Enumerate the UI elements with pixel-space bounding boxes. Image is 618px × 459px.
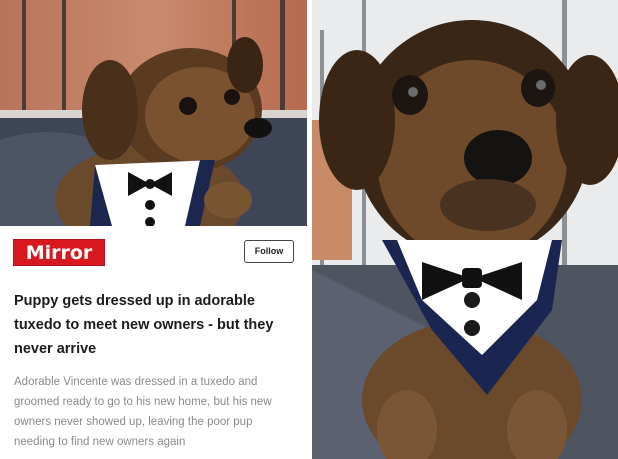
puppy-photo-left [0,0,307,226]
follow-button[interactable]: Follow [244,240,294,263]
publisher-logo[interactable]: Mirror [13,239,105,266]
article-summary: Adorable Vincente was dressed in a tuxed… [14,376,272,448]
article-headline[interactable]: Puppy gets dressed up in adorable tuxedo… [14,289,294,361]
article-thumbnail-image[interactable] [0,0,307,226]
article-card-panel: Mirror Follow Puppy gets dressed up in a… [0,0,307,459]
puppy-photo-panel [312,0,618,459]
puppy-photo-right [312,0,618,459]
